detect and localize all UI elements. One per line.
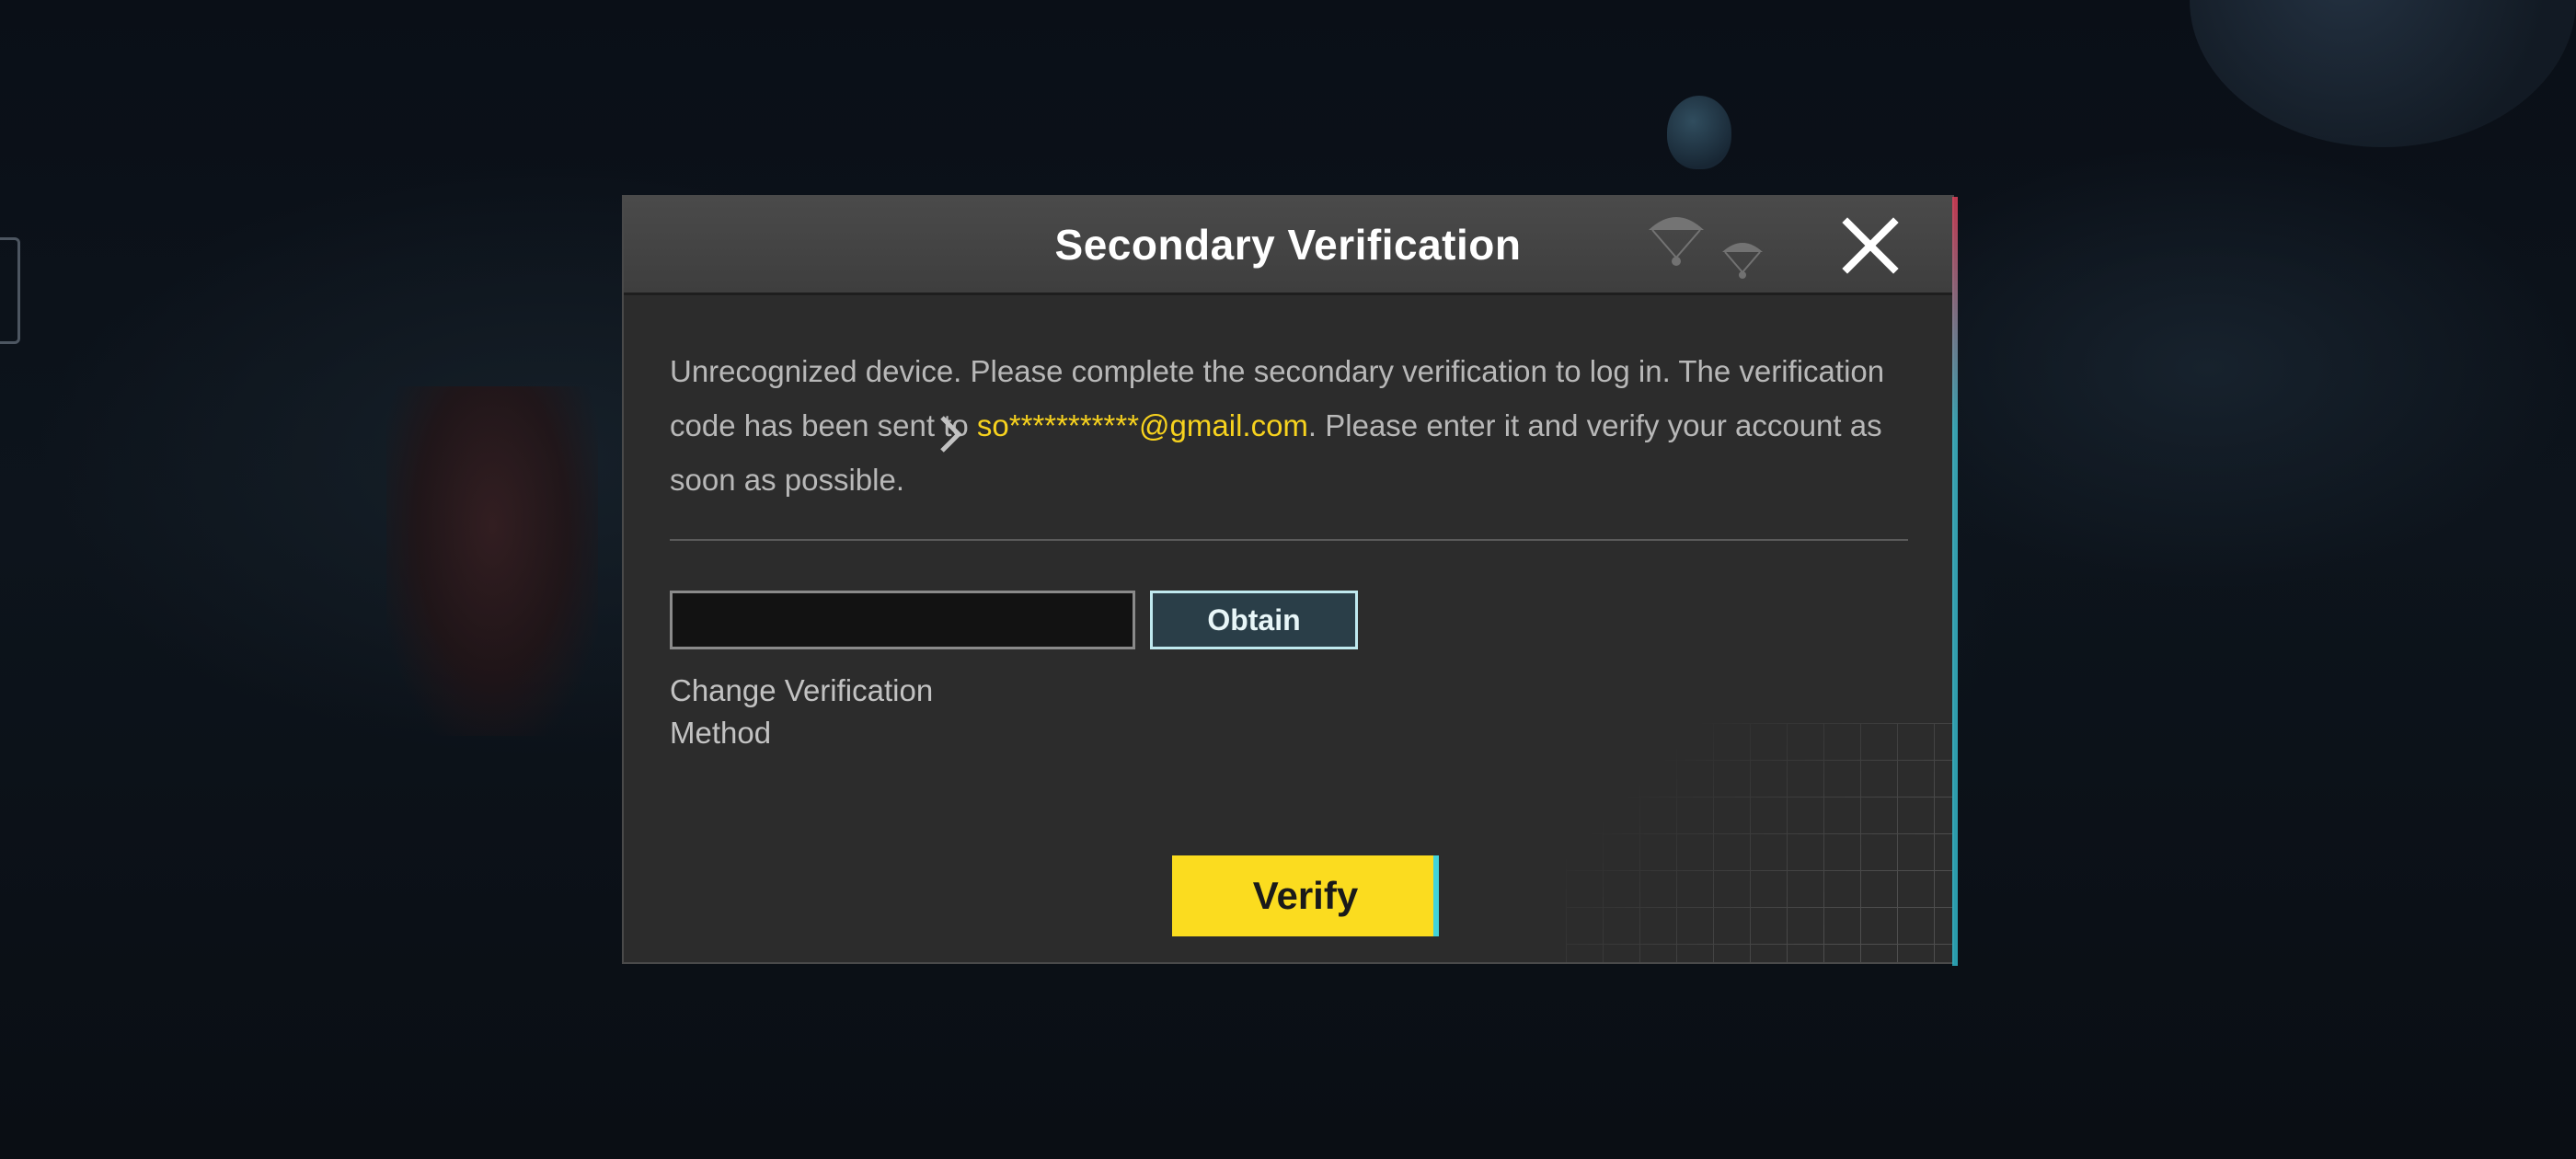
close-icon bbox=[1842, 217, 1899, 274]
balloon-background-art bbox=[1667, 96, 1731, 169]
divider bbox=[670, 539, 1908, 541]
verify-button[interactable]: Verify bbox=[1172, 855, 1439, 936]
verify-button-accent bbox=[1433, 855, 1439, 936]
verification-message: Unrecognized device. Please complete the… bbox=[670, 344, 1903, 507]
grid-decoration bbox=[1566, 723, 1952, 962]
secondary-verification-dialog: Secondary Verification Unrecognized devi… bbox=[622, 195, 1958, 966]
chevron-right-icon bbox=[940, 416, 962, 453]
dialog-accent-edge bbox=[1952, 197, 1958, 966]
masked-email: so***********@gmail.com bbox=[976, 408, 1308, 442]
dialog-title: Secondary Verification bbox=[1054, 221, 1522, 269]
change-verification-method-link[interactable]: Change Verification Method bbox=[670, 670, 1001, 762]
obtain-code-button[interactable]: Obtain bbox=[1150, 591, 1358, 649]
verify-button-label: Verify bbox=[1252, 874, 1359, 917]
verification-code-input[interactable] bbox=[670, 591, 1135, 649]
side-hex-frame bbox=[0, 237, 20, 344]
robot-background-art bbox=[386, 386, 598, 736]
dialog-header: Secondary Verification bbox=[624, 197, 1952, 295]
close-button[interactable] bbox=[1838, 213, 1903, 278]
change-method-label: Change Verification Method bbox=[670, 673, 934, 750]
